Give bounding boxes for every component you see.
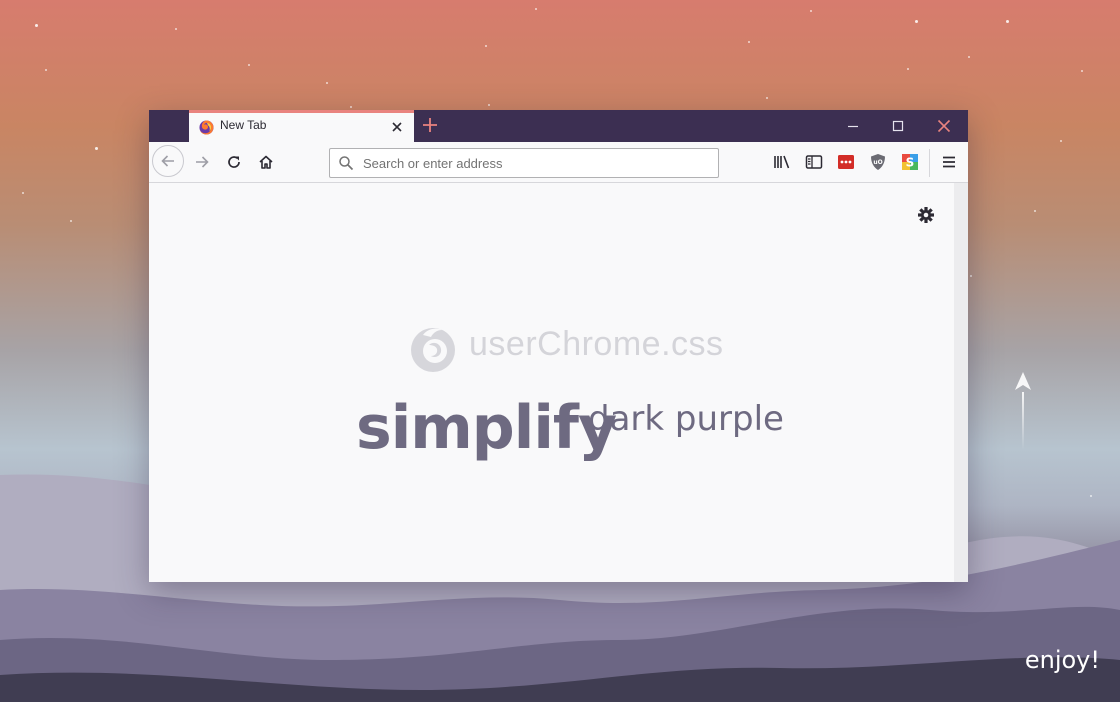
minimize-icon[interactable] [845,118,861,134]
library-button[interactable] [769,149,795,175]
home-button[interactable] [253,149,279,175]
firefox-logo-icon [411,328,455,372]
forward-button[interactable] [189,149,215,175]
lastpass-button[interactable] [833,149,859,175]
scrollbar[interactable] [954,183,968,582]
lastpass-icon [838,155,854,169]
tab-new-tab[interactable]: New Tab [189,110,414,142]
reload-button[interactable] [221,149,247,175]
search-icon [339,156,354,171]
sidebar-icon [805,155,823,169]
ublock-button[interactable]: uO [865,149,891,175]
svg-text:S: S [906,156,915,170]
navigation-toolbar: Search or enter address uO S [149,142,968,183]
stylus-icon: S [902,154,918,170]
brand-logo-row: userChrome.css [409,325,729,375]
hamburger-menu-icon [943,156,955,168]
headline-main: simplify [356,393,617,463]
tab-title: New Tab [220,118,267,132]
toolbar-divider [929,149,930,177]
brand-text: userChrome.css [469,325,724,363]
sidebar-button[interactable] [801,149,827,175]
close-tab-icon[interactable] [390,120,404,134]
maximize-icon[interactable] [890,118,906,134]
desktop-caption: enjoy! [1024,646,1100,674]
menu-button[interactable] [936,149,962,175]
firefox-icon [199,120,214,135]
ublock-icon: uO [871,154,885,170]
address-bar[interactable]: Search or enter address [329,148,719,178]
svg-text:uO: uO [873,159,882,166]
forward-arrow-icon [196,156,209,168]
headline-sub: dark purple [588,399,784,439]
browser-window: New Tab Search or enter address uO S use… [149,110,968,582]
address-placeholder: Search or enter address [363,156,503,171]
back-arrow-icon [161,155,174,167]
up-arrow-icon [1015,372,1031,450]
back-button[interactable] [152,145,184,177]
new-tab-icon[interactable] [421,116,439,134]
stylus-button[interactable]: S [897,149,923,175]
home-icon [259,155,273,169]
new-tab-page: userChrome.css simplify dark purple [149,183,954,582]
library-icon [774,155,790,169]
close-window-icon[interactable] [936,118,952,134]
reload-icon [228,156,240,168]
titlebar: New Tab [149,110,968,142]
gear-icon[interactable] [916,205,936,225]
